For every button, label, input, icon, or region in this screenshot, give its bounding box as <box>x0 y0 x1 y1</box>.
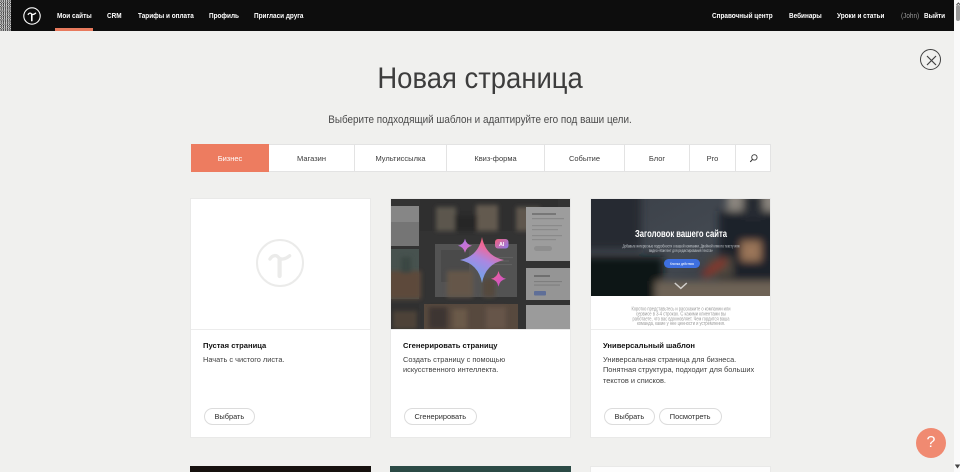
svg-text:видео «Контент для редактирова: видео «Контент для редактирования текста… <box>649 248 713 253</box>
svg-text:команда, какие у нее ценности: команда, какие у нее ценности и устремле… <box>637 321 725 327</box>
svg-text:Заголовок вашего сайта: Заголовок вашего сайта <box>635 229 727 240</box>
svg-text:AI: AI <box>499 242 505 248</box>
svg-text:Кнопка действия: Кнопка действия <box>670 262 694 266</box>
